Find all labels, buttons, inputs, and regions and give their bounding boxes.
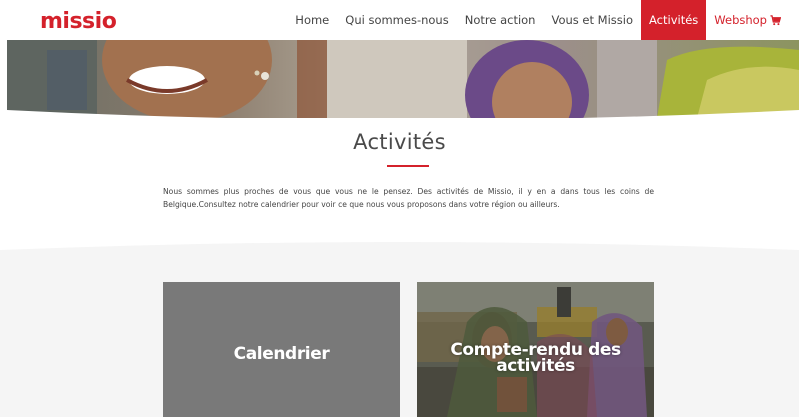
hero-photo [7,40,799,118]
top-navigation: missio Home Qui sommes-nous Notre action… [0,0,799,40]
nav-item-home[interactable]: Home [287,0,337,40]
webshop-label: Webshop [714,13,767,27]
hero-banner-image [7,40,799,118]
page-title: Activités [353,130,446,154]
nav-item-activites[interactable]: Activités [641,0,707,40]
calendar-card[interactable]: Calendrier [163,282,400,417]
intro-paragraph: Nous sommes plus proches de vous que vou… [163,187,654,209]
nav-item-webshop[interactable]: Webshop [706,0,783,40]
calendar-card-label: Calendrier [233,344,330,364]
activity-report-card[interactable]: Compte-rendu des activités [417,282,654,417]
nav-item-vous-et-missio[interactable]: Vous et Missio [543,0,641,40]
nav-item-notre-action[interactable]: Notre action [457,0,544,40]
cart-icon [770,14,781,25]
title-underline [387,165,429,167]
main-menu: Home Qui sommes-nous Notre action Vous e… [287,0,783,40]
missio-logo[interactable]: missio [40,9,117,34]
nav-item-qui-sommes-nous[interactable]: Qui sommes-nous [337,0,456,40]
activity-report-card-label: Compte-rendu des activités [450,340,621,376]
